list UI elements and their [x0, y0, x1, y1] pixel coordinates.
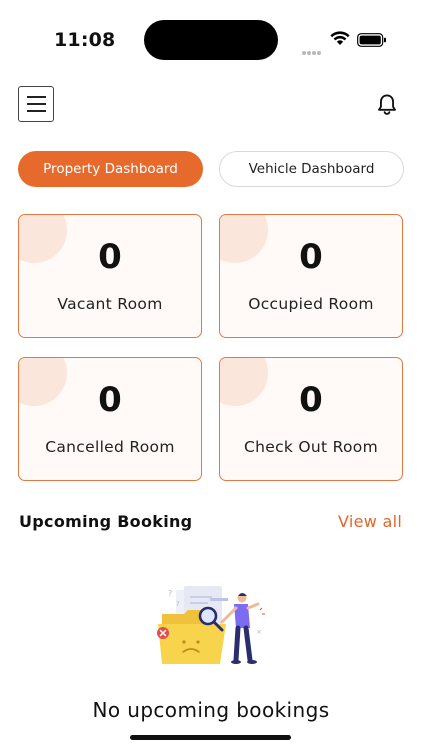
cancelled-room-label: Cancelled Room: [45, 438, 175, 456]
check-out-room-card[interactable]: 0 Check Out Room: [219, 357, 403, 481]
home-indicator[interactable]: [130, 735, 291, 740]
tab-vehicle-dashboard[interactable]: Vehicle Dashboard: [219, 151, 404, 187]
view-all-link[interactable]: View all: [338, 512, 402, 531]
battery-icon: [357, 33, 386, 47]
occupied-room-count: 0: [299, 237, 323, 277]
dynamic-island: [144, 20, 278, 60]
empty-bookings-illustration: ? ? ×: [157, 586, 265, 664]
check-out-room-count: 0: [299, 380, 323, 420]
wifi-icon: [330, 31, 350, 45]
vacant-room-card[interactable]: 0 Vacant Room: [18, 214, 202, 338]
svg-text:?: ?: [176, 600, 180, 608]
vacant-room-label: Vacant Room: [57, 295, 163, 313]
vacant-room-count: 0: [98, 237, 122, 277]
status-time: 11:08: [54, 29, 116, 51]
status-bar: 11:08: [0, 0, 422, 80]
tab-property-dashboard[interactable]: Property Dashboard: [18, 151, 203, 187]
occupied-room-label: Occupied Room: [248, 295, 374, 313]
upcoming-booking-title: Upcoming Booking: [19, 512, 193, 531]
svg-text:×: ×: [256, 628, 262, 636]
svg-text:?: ?: [168, 589, 172, 598]
occupied-room-card[interactable]: 0 Occupied Room: [219, 214, 403, 338]
cellular-signal-icon: [302, 40, 322, 59]
cancelled-room-count: 0: [98, 380, 122, 420]
check-out-room-label: Check Out Room: [244, 438, 378, 456]
hamburger-menu-icon[interactable]: [18, 86, 54, 122]
bell-icon[interactable]: [374, 92, 400, 118]
cancelled-room-card[interactable]: 0 Cancelled Room: [18, 357, 202, 481]
empty-bookings-message: No upcoming bookings: [92, 698, 330, 722]
